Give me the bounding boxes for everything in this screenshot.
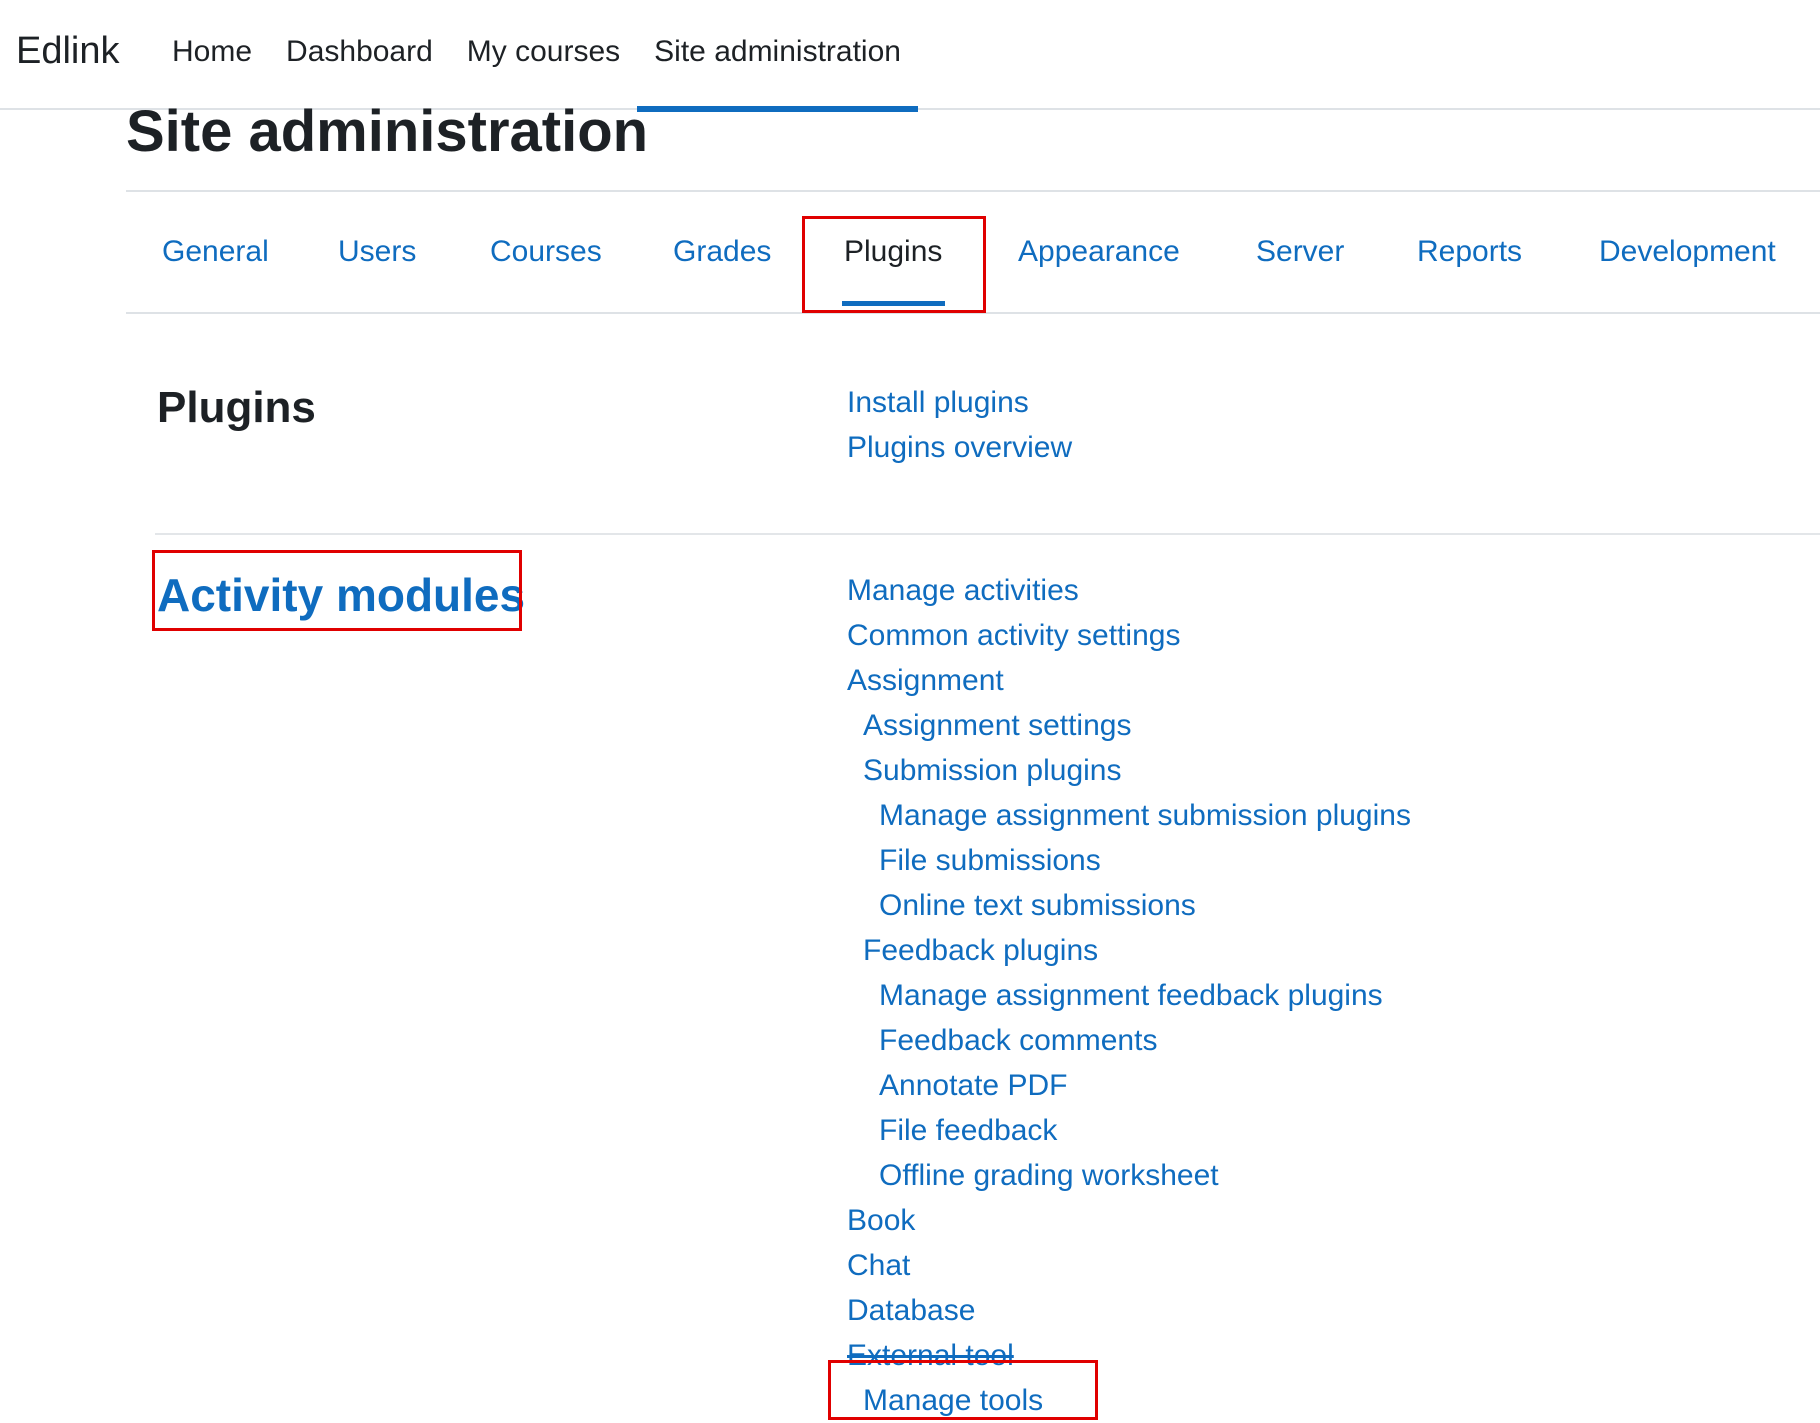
activity-modules-link-list: Manage activities Common activity settin… [847,568,1411,1423]
link-manage-tools[interactable]: Manage tools [847,1378,1411,1423]
link-book[interactable]: Book [847,1198,1411,1243]
link-external-tool[interactable]: External tool [847,1333,1411,1378]
link-plugins-overview[interactable]: Plugins overview [847,425,1072,470]
link-manage-activities[interactable]: Manage activities [847,568,1411,613]
tab-server[interactable]: Server [1256,192,1344,312]
tab-general[interactable]: General [162,192,269,312]
link-file-feedback[interactable]: File feedback [847,1108,1411,1153]
link-install-plugins[interactable]: Install plugins [847,380,1072,425]
tab-plugins[interactable]: Plugins [841,192,946,312]
link-common-activity-settings[interactable]: Common activity settings [847,613,1411,658]
link-assignment-settings[interactable]: Assignment settings [847,703,1411,748]
tab-reports[interactable]: Reports [1417,192,1522,312]
nav-my-courses[interactable]: My courses [450,0,637,110]
link-online-text-submissions[interactable]: Online text submissions [847,883,1411,928]
plugins-section-title: Plugins [157,383,316,432]
plugins-link-list: Install plugins Plugins overview [847,380,1072,470]
link-file-submissions[interactable]: File submissions [847,838,1411,883]
link-annotate-pdf[interactable]: Annotate PDF [847,1063,1411,1108]
nav-site-administration[interactable]: Site administration [637,0,918,112]
link-database[interactable]: Database [847,1288,1411,1333]
tab-users[interactable]: Users [338,192,416,312]
admin-tabs: General Users Courses Grades Plugins App… [126,190,1820,314]
link-assignment[interactable]: Assignment [847,658,1411,703]
activity-modules-title[interactable]: Activity modules [157,567,525,623]
site-brand[interactable]: Edlink [16,30,120,73]
tab-grades[interactable]: Grades [673,192,771,312]
tab-courses[interactable]: Courses [490,192,602,312]
page-title: Site administration [126,99,649,164]
link-offline-grading-worksheet[interactable]: Offline grading worksheet [847,1153,1411,1198]
link-manage-assignment-feedback-plugins[interactable]: Manage assignment feedback plugins [847,973,1411,1018]
section-divider [155,533,1820,535]
tab-appearance[interactable]: Appearance [1018,192,1180,312]
link-submission-plugins[interactable]: Submission plugins [847,748,1411,793]
nav-dashboard[interactable]: Dashboard [269,0,450,110]
link-chat[interactable]: Chat [847,1243,1411,1288]
primary-navigation: Home Dashboard My courses Site administr… [155,0,918,112]
tab-development[interactable]: Development [1599,192,1776,312]
top-navbar: Edlink Home Dashboard My courses Site ad… [0,0,1820,112]
nav-home[interactable]: Home [155,0,269,110]
link-manage-assignment-submission-plugins[interactable]: Manage assignment submission plugins [847,793,1411,838]
link-feedback-comments[interactable]: Feedback comments [847,1018,1411,1063]
link-feedback-plugins[interactable]: Feedback plugins [847,928,1411,973]
